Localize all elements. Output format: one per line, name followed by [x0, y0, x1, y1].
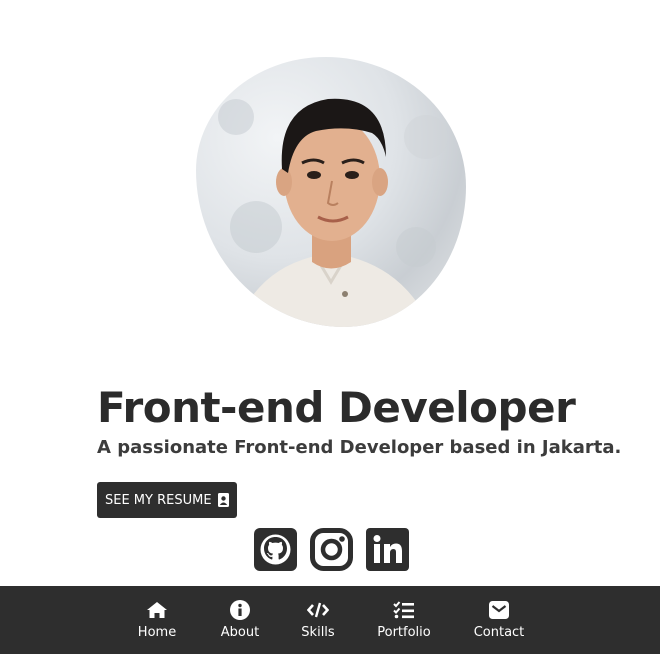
nav-item-skills[interactable]: Skills [300, 586, 336, 654]
linkedin-icon[interactable] [366, 528, 409, 571]
profile-photo [218, 98, 448, 327]
hero: Front-end Developer A passionate Front-e… [97, 382, 621, 460]
nav-item-home[interactable]: Home [136, 586, 178, 654]
list-check-icon [393, 600, 415, 620]
nav-item-about[interactable]: About [218, 586, 262, 654]
home-icon [146, 600, 168, 620]
page: Front-end Developer A passionate Front-e… [0, 0, 660, 654]
profile-avatar [196, 57, 466, 327]
contact-card-icon [217, 493, 229, 507]
envelope-icon [489, 600, 509, 620]
code-icon [307, 600, 329, 620]
info-icon [230, 600, 250, 620]
nav-label-contact: Contact [473, 625, 525, 640]
nav-label-skills: Skills [301, 625, 335, 640]
nav-item-portfolio[interactable]: Portfolio [374, 586, 434, 654]
page-title: Front-end Developer [97, 383, 576, 432]
social-links [254, 528, 409, 571]
github-icon[interactable] [254, 528, 297, 571]
bottom-navbar: Home About Skills Portfolio Contact [0, 586, 660, 654]
nav-label-about: About [220, 625, 260, 640]
nav-label-home: Home [137, 625, 177, 640]
see-resume-button[interactable]: SEE MY RESUME [97, 482, 237, 518]
nav-label-portfolio: Portfolio [377, 625, 431, 640]
page-subtitle: A passionate Front-end Developer based i… [97, 437, 622, 458]
nav-item-contact[interactable]: Contact [472, 586, 526, 654]
resume-button-label: SEE MY RESUME [105, 492, 212, 508]
instagram-icon[interactable] [310, 528, 353, 571]
